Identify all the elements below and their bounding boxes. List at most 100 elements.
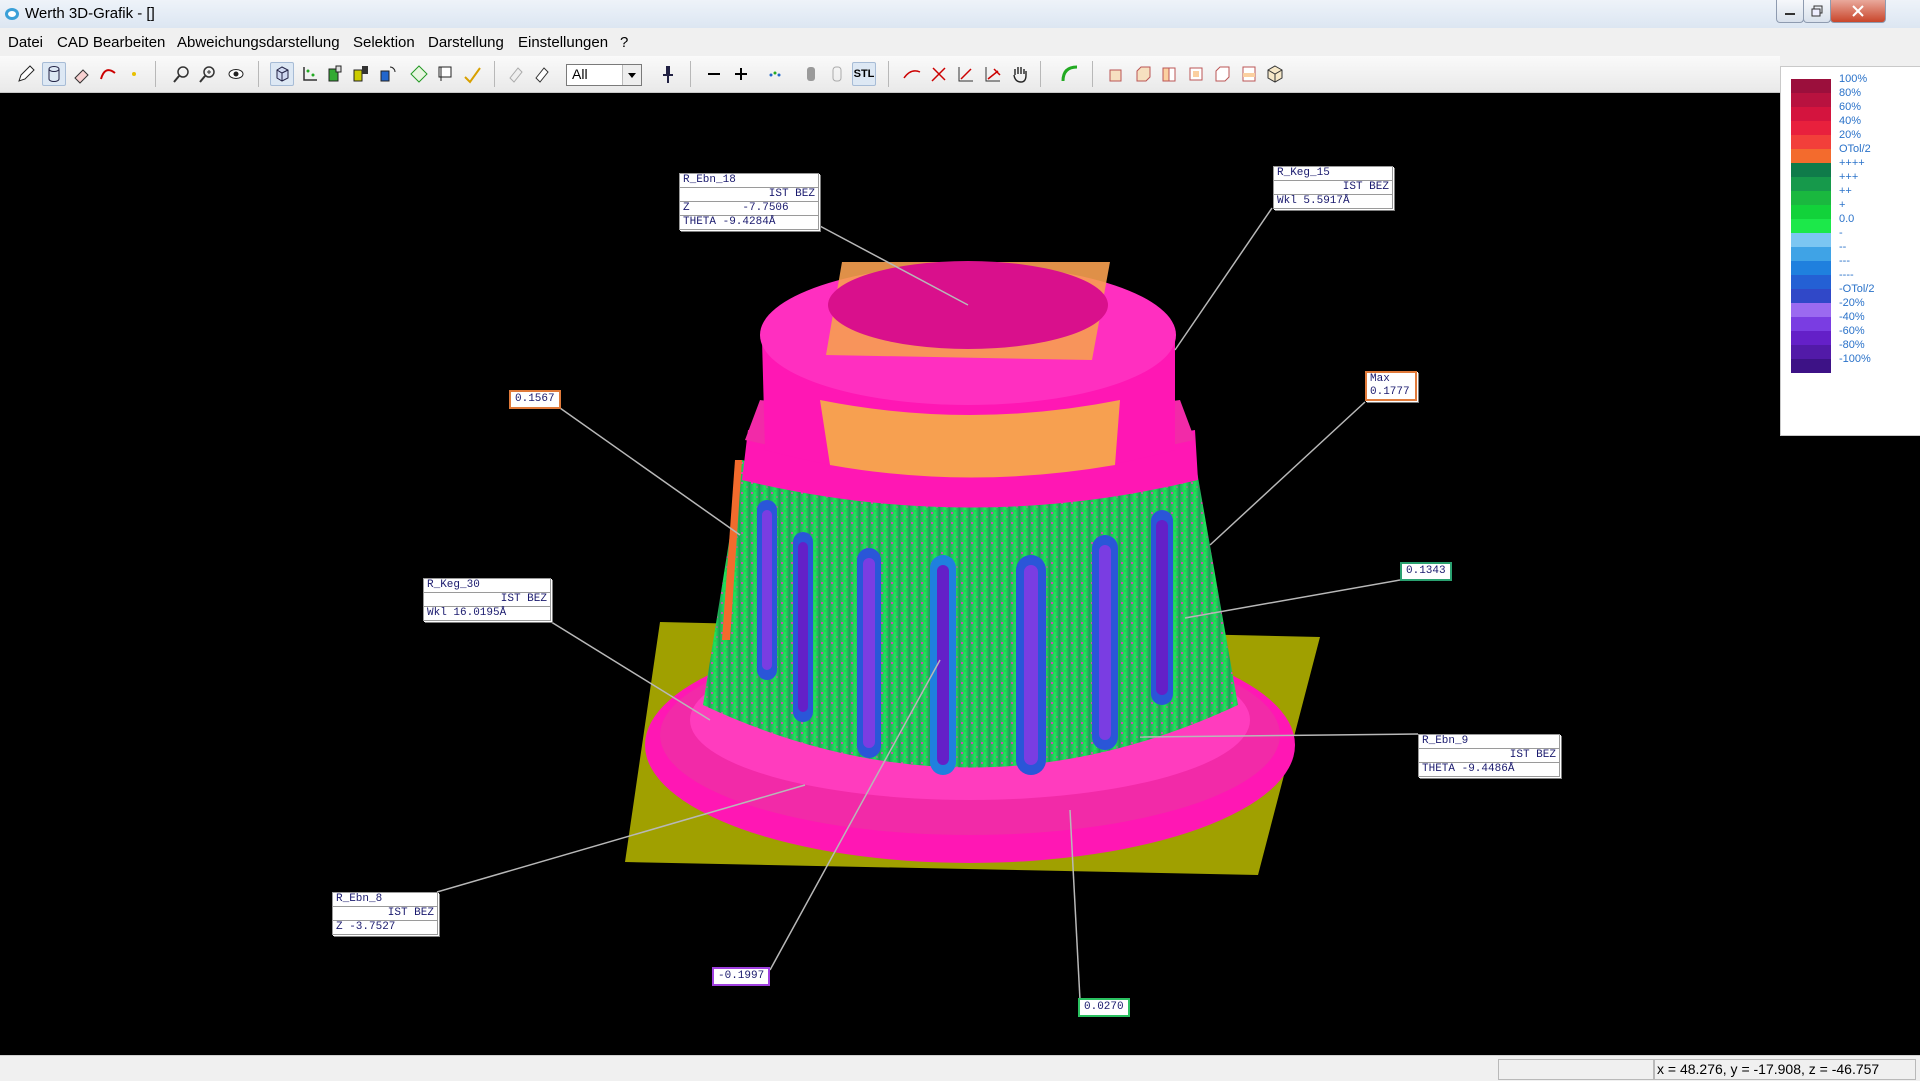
legend-swatch	[1791, 177, 1831, 191]
menu-einstellungen[interactable]: Einstellungen	[518, 34, 608, 51]
value-label-0-1567[interactable]: 0.1567	[509, 390, 561, 409]
label-header: IST BEZ	[424, 593, 550, 607]
legend-label: -100%	[1839, 353, 1871, 365]
label-max[interactable]: Max 0.1777	[1365, 371, 1417, 401]
axes-icon[interactable]	[298, 62, 322, 86]
legend-swatch	[1791, 107, 1831, 121]
axis-xy-icon[interactable]	[954, 62, 978, 86]
legend-label: ----	[1839, 269, 1854, 281]
menu-selektion[interactable]: Selektion	[353, 34, 415, 51]
legend-label: ++	[1839, 185, 1852, 197]
label-row: THETA -9.4284Å	[683, 216, 776, 228]
filter-select[interactable]: All	[566, 64, 642, 86]
restore-icon	[1811, 5, 1823, 17]
stl-button[interactable]: STL	[852, 62, 876, 86]
view-cube-icon[interactable]	[270, 62, 294, 86]
legend-swatch	[1791, 359, 1831, 373]
legend-swatch	[1791, 289, 1831, 303]
menu-bar: Datei CAD Bearbeiten Abweichungsdarstell…	[0, 28, 1920, 56]
label-header: IST BEZ	[333, 907, 437, 921]
label-row: Wkl 16.0195Å	[427, 607, 507, 619]
legend-swatch	[1791, 135, 1831, 149]
coordinates-text: x = 48.276, y = -17.908, z = -46.757	[1657, 1061, 1880, 1077]
value-label-minus-0-1997[interactable]: -0.1997	[712, 967, 771, 986]
hand-icon[interactable]	[1008, 62, 1032, 86]
label-header: IST BEZ	[1419, 749, 1559, 763]
view-right-icon[interactable]	[1184, 62, 1208, 86]
menu-darstellung[interactable]: Darstellung	[428, 34, 504, 51]
point-cloud-icon[interactable]	[763, 62, 787, 86]
status-panel	[1498, 1059, 1654, 1080]
restore-button[interactable]	[1803, 0, 1831, 23]
legend-label: 20%	[1839, 129, 1862, 141]
legend-swatch	[1791, 317, 1831, 331]
view-bottom-icon[interactable]	[1237, 62, 1261, 86]
menu-datei[interactable]: Datei	[8, 34, 43, 51]
close-button[interactable]	[1830, 0, 1886, 23]
label-r-ebn-8[interactable]: R_Ebn_8 IST BEZ Z -3.7527	[332, 892, 438, 935]
value-label-0-0270[interactable]: 0.0270	[1078, 998, 1130, 1017]
pin-icon[interactable]	[656, 62, 680, 86]
view-left-icon[interactable]	[1157, 62, 1181, 86]
3d-viewport[interactable]: R_Ebn_18 IST BEZ Z -7.7506 THETA -9.4284…	[0, 93, 1920, 1055]
legend-swatch	[1791, 191, 1831, 205]
view-iso-icon[interactable]	[1263, 62, 1287, 86]
filter-select-value: All	[572, 66, 588, 82]
legend-label: -80%	[1839, 339, 1865, 351]
label-r-ebn-18[interactable]: R_Ebn_18 IST BEZ Z -7.7506 THETA -9.4284…	[679, 173, 819, 230]
section-rotate-icon[interactable]	[376, 62, 400, 86]
plus-icon[interactable]	[729, 62, 753, 86]
label-row: THETA -9.4486Å	[1422, 763, 1515, 775]
flag-icon[interactable]	[434, 62, 458, 86]
curve-icon[interactable]	[96, 62, 120, 86]
label-r-ebn-9[interactable]: R_Ebn_9 IST BEZ THETA -9.4486Å	[1418, 734, 1560, 777]
element-icon[interactable]	[407, 62, 431, 86]
label-name: R_Ebn_8	[333, 893, 437, 907]
slice-icon[interactable]	[323, 62, 347, 86]
legend-label: -OTol/2	[1839, 283, 1875, 295]
value-label-0-1343[interactable]: 0.1343	[1400, 562, 1452, 581]
label-r-keg-15[interactable]: R_Keg_15 IST BEZ Wkl 5.5917Å	[1273, 166, 1393, 209]
label-row: Z -3.7527	[336, 921, 396, 933]
measure-icon[interactable]	[900, 62, 924, 86]
eraser-icon[interactable]	[70, 62, 94, 86]
legend-label: 80%	[1839, 87, 1862, 99]
point-icon[interactable]	[122, 62, 146, 86]
pen-icon[interactable]	[460, 62, 484, 86]
zoom-window-icon[interactable]	[170, 62, 194, 86]
menu-abweichungsdarstellung[interactable]: Abweichungsdarstellung	[177, 34, 340, 51]
outline-cylinder-icon[interactable]	[825, 62, 849, 86]
legend-swatch	[1791, 303, 1831, 317]
view-top-icon[interactable]	[1210, 62, 1234, 86]
menu-cad-bearbeiten[interactable]: CAD Bearbeiten	[57, 34, 165, 51]
eye-icon[interactable]	[224, 62, 248, 86]
axis-xyz-icon[interactable]	[981, 62, 1005, 86]
view-front-icon[interactable]	[1104, 62, 1128, 86]
label-name: R_Keg_30	[424, 579, 550, 593]
grey-cylinder-icon[interactable]	[799, 62, 823, 86]
label-value: 0.1777	[1370, 386, 1410, 398]
erase-icon[interactable]	[530, 62, 554, 86]
axis-x-icon[interactable]	[927, 62, 951, 86]
app-icon	[5, 8, 19, 20]
legend-swatch	[1791, 163, 1831, 177]
section-icon[interactable]	[349, 62, 373, 86]
legend-swatch	[1791, 247, 1831, 261]
label-r-keg-30[interactable]: R_Keg_30 IST BEZ Wkl 16.0195Å	[423, 578, 551, 621]
legend-swatch	[1791, 79, 1831, 93]
minimize-button[interactable]	[1776, 0, 1804, 23]
legend-label: -60%	[1839, 325, 1865, 337]
zoom-fit-icon[interactable]	[196, 62, 220, 86]
minus-icon[interactable]	[702, 62, 726, 86]
menu-help[interactable]: ?	[620, 34, 628, 51]
edit-icon[interactable]	[14, 62, 38, 86]
surface-icon[interactable]	[1058, 62, 1082, 86]
legend-swatch	[1791, 219, 1831, 233]
toolbar: All STL	[0, 56, 1780, 93]
close-icon	[1852, 5, 1864, 17]
hidden-icon[interactable]	[504, 62, 528, 86]
label-header: IST BEZ	[1274, 181, 1392, 195]
status-coordinates: x = 48.276, y = -17.908, z = -46.757	[1654, 1059, 1916, 1080]
cylinder-icon[interactable]	[42, 62, 66, 86]
view-back-icon[interactable]	[1131, 62, 1155, 86]
